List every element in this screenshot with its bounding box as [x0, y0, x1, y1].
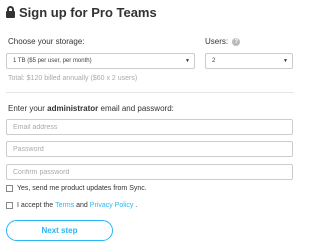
page-header: Sign up for Pro Teams — [6, 3, 157, 21]
account-label-suffix: email and password: — [98, 104, 174, 113]
privacy-policy-link[interactable]: Privacy Policy — [90, 202, 134, 209]
confirm-password-field[interactable] — [6, 164, 293, 180]
total-price: Total: $120 billed annually ($60 x 2 use… — [8, 75, 138, 82]
terms-label-and: and — [74, 202, 90, 209]
users-label: Users: — [205, 37, 229, 46]
storage-label: Choose your storage: — [8, 37, 85, 46]
page-title: Sign up for Pro Teams — [19, 4, 157, 20]
storage-select[interactable]: 1 TB ($5 per user, per month) ▼ — [6, 53, 195, 69]
users-select[interactable]: 2 ▼ — [205, 53, 293, 69]
chevron-down-icon: ▼ — [283, 58, 288, 64]
help-icon[interactable]: ? — [232, 37, 241, 46]
email-field[interactable] — [6, 119, 293, 135]
terms-label-period: . — [133, 202, 138, 209]
users-selected-value: 2 — [212, 58, 216, 64]
updates-checkbox-row[interactable]: Yes, send me product updates from Sync. — [6, 185, 147, 192]
terms-checkbox[interactable] — [6, 202, 13, 209]
next-step-button[interactable]: Next step — [6, 220, 113, 241]
lock-icon — [6, 6, 15, 18]
updates-checkbox-label: Yes, send me product updates from Sync. — [17, 185, 147, 192]
users-label-wrap: Users: ? — [205, 37, 241, 46]
account-label-prefix: Enter your — [8, 104, 48, 113]
password-field[interactable] — [6, 141, 293, 157]
account-label-bold: administrator — [47, 104, 99, 113]
storage-selected-value: 1 TB ($5 per user, per month) — [13, 58, 92, 64]
updates-checkbox[interactable] — [6, 185, 13, 192]
account-label: Enter your administrator email and passw… — [8, 104, 174, 113]
terms-link[interactable]: Terms — [55, 202, 74, 209]
terms-checkbox-row[interactable]: I accept the Terms and Privacy Policy . — [6, 202, 137, 209]
divider — [6, 92, 294, 93]
chevron-down-icon: ▼ — [185, 58, 190, 64]
terms-label-prefix: I accept the — [17, 202, 56, 209]
